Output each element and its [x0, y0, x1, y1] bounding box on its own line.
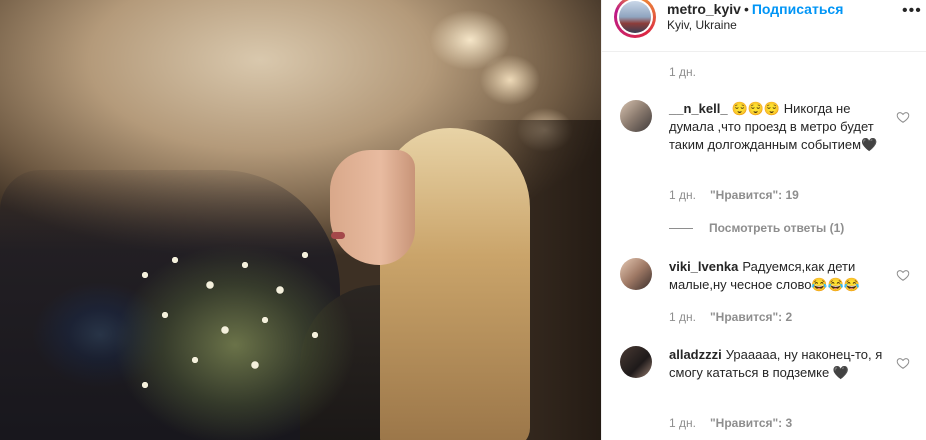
comment-text-block: alladzzzi Урааааа, ну наконец-то, я смогу… — [669, 346, 889, 382]
comment-likes[interactable]: "Нравится": 19 — [710, 188, 799, 202]
replies-divider — [669, 228, 693, 230]
heart-icon[interactable] — [896, 110, 910, 124]
comments-panel: metro_kyiv • Подписаться Kyiv, Ukraine •••… — [601, 0, 926, 440]
comment-meta: 1 дн. "Нравится": 3 — [669, 416, 792, 430]
commenter-avatar[interactable] — [620, 100, 652, 132]
comment-time: 1 дн. — [669, 188, 696, 202]
comment-time: 1 дн. — [669, 416, 696, 430]
comment-username[interactable]: __n_kell_ — [669, 101, 728, 116]
comment-meta: 1 дн. "Нравится": 2 — [669, 310, 792, 324]
view-replies-label[interactable]: Посмотреть ответы (1) — [709, 221, 844, 235]
heart-icon[interactable] — [896, 268, 910, 282]
comment-username[interactable]: viki_lvenka — [669, 259, 738, 274]
comment-likes[interactable]: "Нравится": 3 — [710, 416, 792, 430]
post-photo[interactable] — [0, 0, 601, 440]
post-location[interactable]: Kyiv, Ukraine — [667, 18, 737, 32]
comment-text-block: __n_kell_ 😌😌😌 Никогда не думала ,что прое… — [669, 100, 889, 154]
heart-icon[interactable] — [896, 356, 910, 370]
author-avatar[interactable] — [614, 0, 656, 38]
commenter-avatar[interactable] — [620, 346, 652, 378]
view-replies-button[interactable]: Посмотреть ответы (1) — [669, 221, 844, 235]
comment-text-block: viki_lvenka Радуемся,как дети малые,ну че… — [669, 258, 889, 294]
commenter-avatar[interactable] — [620, 258, 652, 290]
comment-username[interactable]: alladzzzi — [669, 347, 722, 362]
author-username[interactable]: metro_kyiv — [667, 1, 741, 17]
comment-meta: 1 дн. "Нравится": 19 — [669, 188, 799, 202]
header-line: metro_kyiv • Подписаться — [667, 1, 843, 17]
post-header: metro_kyiv • Подписаться Kyiv, Ukraine ••• — [602, 0, 926, 52]
comment-likes[interactable]: "Нравится": 2 — [710, 310, 792, 324]
follow-button[interactable]: Подписаться — [752, 1, 844, 17]
more-horizontal-icon[interactable]: ••• — [902, 2, 922, 20]
header-separator: • — [743, 1, 749, 17]
comment-time: 1 дн. — [669, 310, 696, 324]
photo-flowers — [115, 235, 365, 440]
post-time: 1 дн. — [669, 65, 696, 79]
